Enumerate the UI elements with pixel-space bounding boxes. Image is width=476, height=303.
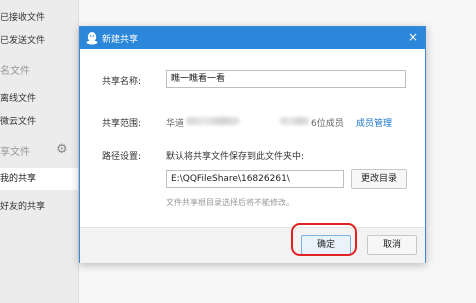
share-name-label: 共享名称: <box>102 77 142 87</box>
scope-blurred-name <box>186 117 240 125</box>
sidebar-item-friend-share[interactable]: 好友的共享 <box>0 199 45 212</box>
sidebar-item-weiyun[interactable]: 微云文件 <box>0 114 36 127</box>
scope-members: 6位成员 <box>311 119 344 129</box>
dialog-footer: 确定 取消 <box>80 227 425 263</box>
sidebar-item-sent[interactable]: 已发送文件 <box>0 33 45 46</box>
sidebar-item-my-share[interactable]: 我的共享 <box>0 168 78 190</box>
change-directory-button[interactable]: 更改目录 <box>351 169 407 189</box>
sidebar: 已接收文件 已发送文件 名文件 离线文件 微云文件 享文件 ⚙ 我的共享 好友的… <box>0 0 79 303</box>
scope-blurred-count <box>280 117 310 125</box>
scope-group-prefix: 华道 <box>166 119 185 129</box>
main-area-right <box>424 26 476 261</box>
qq-penguin-icon <box>86 32 98 45</box>
path-hint: 文件共享根目录选择后将不能修改。 <box>166 198 294 207</box>
path-label: 路径设置: <box>102 152 142 162</box>
path-input[interactable]: E:\QQFileShare\16826261\ <box>166 170 344 188</box>
sidebar-item-offline[interactable]: 离线文件 <box>0 91 36 104</box>
path-description: 默认将共享文件保存到此文件夹中: <box>166 152 305 162</box>
dialog-titlebar[interactable]: 新建共享 × <box>80 27 425 49</box>
sidebar-group-header: 名文件 <box>0 66 30 77</box>
highlight-circle <box>291 223 357 256</box>
close-icon[interactable]: × <box>406 30 420 44</box>
cancel-button[interactable]: 取消 <box>367 235 417 255</box>
sidebar-item-received[interactable]: 已接收文件 <box>0 10 45 23</box>
scope-label: 共享范围: <box>102 119 142 129</box>
sidebar-group-share: 享文件 <box>0 147 30 158</box>
new-share-dialog: 新建共享 × 共享名称: 瞧一瞧看一看 共享范围: 华道 6位成员 成员管理 路… <box>79 26 426 263</box>
share-name-input[interactable]: 瞧一瞧看一看 <box>166 70 406 88</box>
gear-icon[interactable]: ⚙ <box>56 142 68 157</box>
member-manage-link[interactable]: 成员管理 <box>356 116 392 129</box>
dialog-title: 新建共享 <box>102 35 139 45</box>
